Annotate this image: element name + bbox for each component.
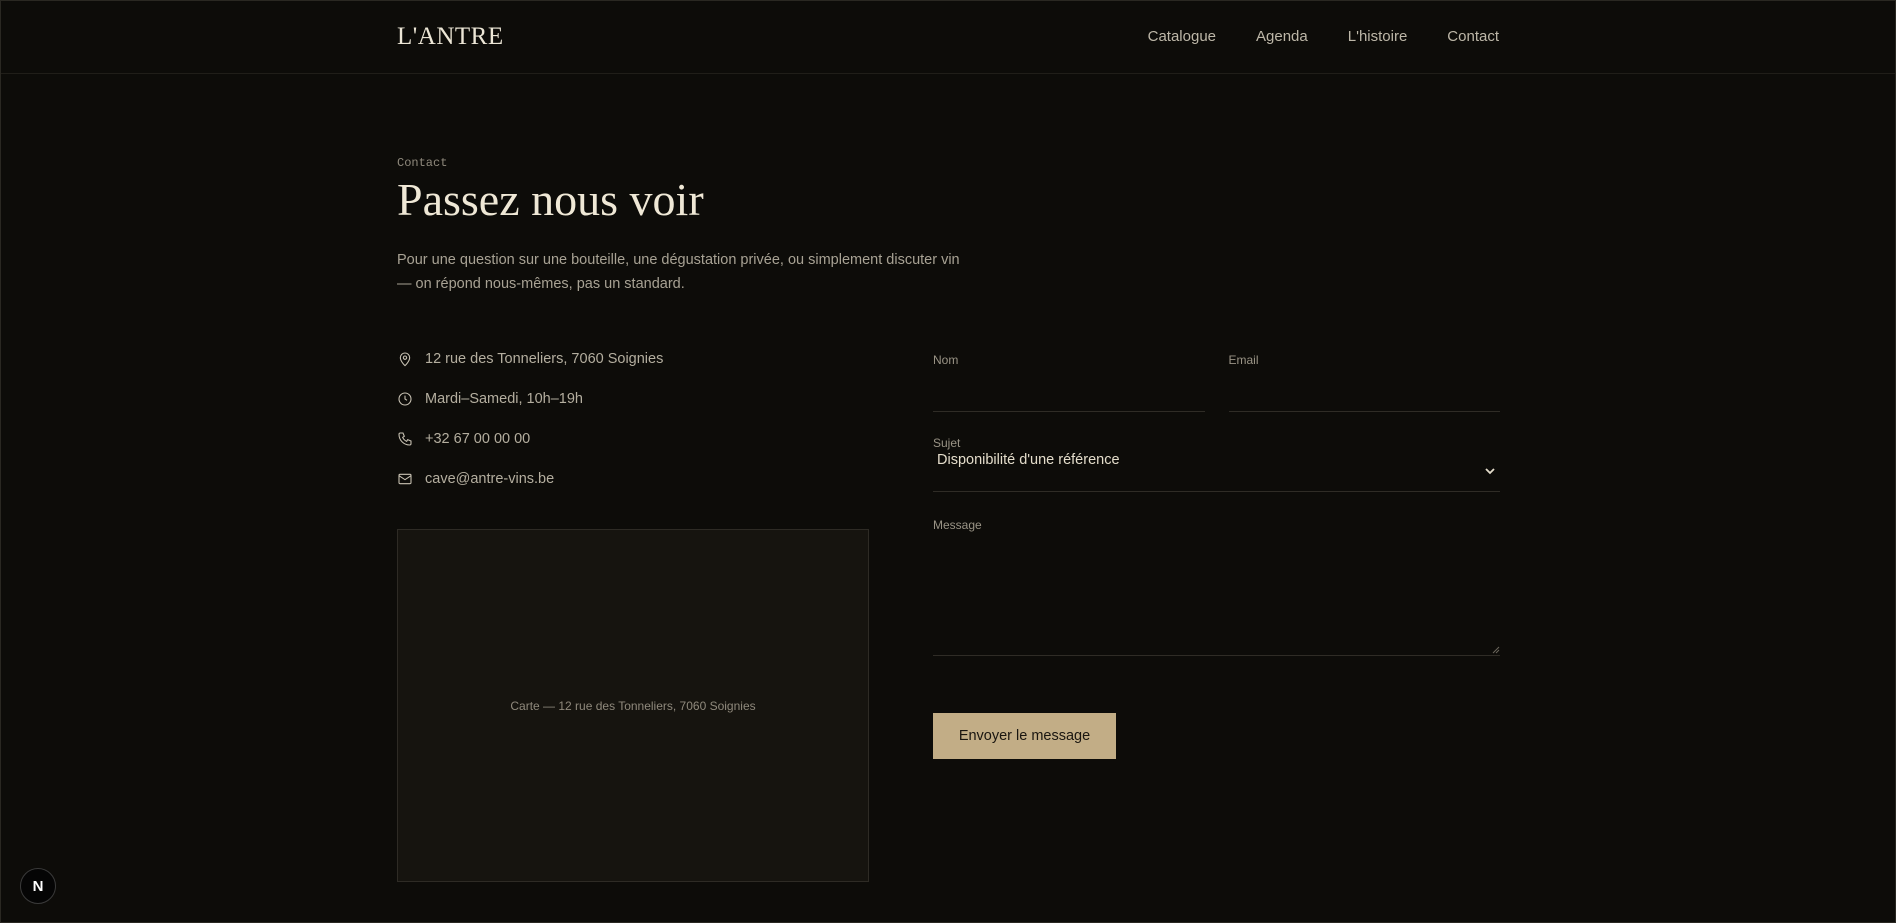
section-eyebrow: Contact xyxy=(397,156,448,170)
name-email-row: Nom Email xyxy=(933,353,1500,412)
page: L'ANTRE Catalogue Agenda L'histoire Cont… xyxy=(0,0,1896,923)
nav-agenda[interactable]: Agenda xyxy=(1256,28,1308,45)
message-label: Message xyxy=(933,518,982,532)
dev-tools-badge[interactable]: N xyxy=(20,868,56,904)
phone-text[interactable]: +32 67 00 00 00 xyxy=(425,431,530,447)
nav-contact[interactable]: Contact xyxy=(1447,28,1499,45)
email-text[interactable]: cave@antre-vins.be xyxy=(425,471,554,487)
name-label: Nom xyxy=(933,353,959,367)
site-header: L'ANTRE Catalogue Agenda L'histoire Cont… xyxy=(1,1,1895,74)
subject-value: Disponibilité d'une référence xyxy=(937,452,1120,468)
intro-text: Pour une question sur une bouteille, une… xyxy=(397,252,960,292)
message-field-group: Message xyxy=(933,518,1500,656)
clock-icon xyxy=(398,392,412,406)
info-email: cave@antre-vins.be xyxy=(397,469,663,489)
hours-text: Mardi–Samedi, 10h–19h xyxy=(425,391,583,407)
name-field-group: Nom xyxy=(933,353,1205,412)
site-logo[interactable]: L'ANTRE xyxy=(397,23,504,51)
chevron-down-icon xyxy=(1485,468,1495,475)
subject-select[interactable]: Disponibilité d'une référence xyxy=(933,452,1500,492)
contact-form: Nom Email Sujet Disponibilité d'une réfé… xyxy=(933,353,1500,656)
nav-histoire[interactable]: L'histoire xyxy=(1348,28,1408,45)
subject-label: Sujet xyxy=(933,436,961,450)
phone-icon xyxy=(398,432,412,446)
info-phone: +32 67 00 00 00 xyxy=(397,429,663,449)
nav-catalogue[interactable]: Catalogue xyxy=(1148,28,1216,45)
email-input[interactable] xyxy=(1228,367,1500,412)
email-label: Email xyxy=(1228,353,1259,367)
message-textarea[interactable] xyxy=(933,538,1500,656)
main-nav: Catalogue Agenda L'histoire Contact xyxy=(1148,28,1499,45)
badge-letter: N xyxy=(32,877,44,895)
map-placeholder[interactable]: Carte — 12 rue des Tonneliers, 7060 Soig… xyxy=(397,529,869,882)
subject-field-group: Sujet Disponibilité d'une référence xyxy=(933,436,1500,492)
page-title: Passez nous voir xyxy=(397,174,704,225)
email-field-group: Email xyxy=(1228,353,1500,412)
contact-info: 12 rue des Tonneliers, 7060 Soignies Mar… xyxy=(397,349,663,509)
resize-handle-icon[interactable] xyxy=(1492,646,1500,654)
mail-icon xyxy=(398,473,412,485)
address-text: 12 rue des Tonneliers, 7060 Soignies xyxy=(425,351,664,367)
info-address: 12 rue des Tonneliers, 7060 Soignies xyxy=(397,349,663,369)
info-hours: Mardi–Samedi, 10h–19h xyxy=(397,389,663,409)
map-pin-icon xyxy=(399,352,411,367)
map-label: Carte — 12 rue des Tonneliers, 7060 Soig… xyxy=(510,698,756,713)
submit-button[interactable]: Envoyer le message xyxy=(933,713,1116,759)
name-input[interactable] xyxy=(933,367,1205,412)
